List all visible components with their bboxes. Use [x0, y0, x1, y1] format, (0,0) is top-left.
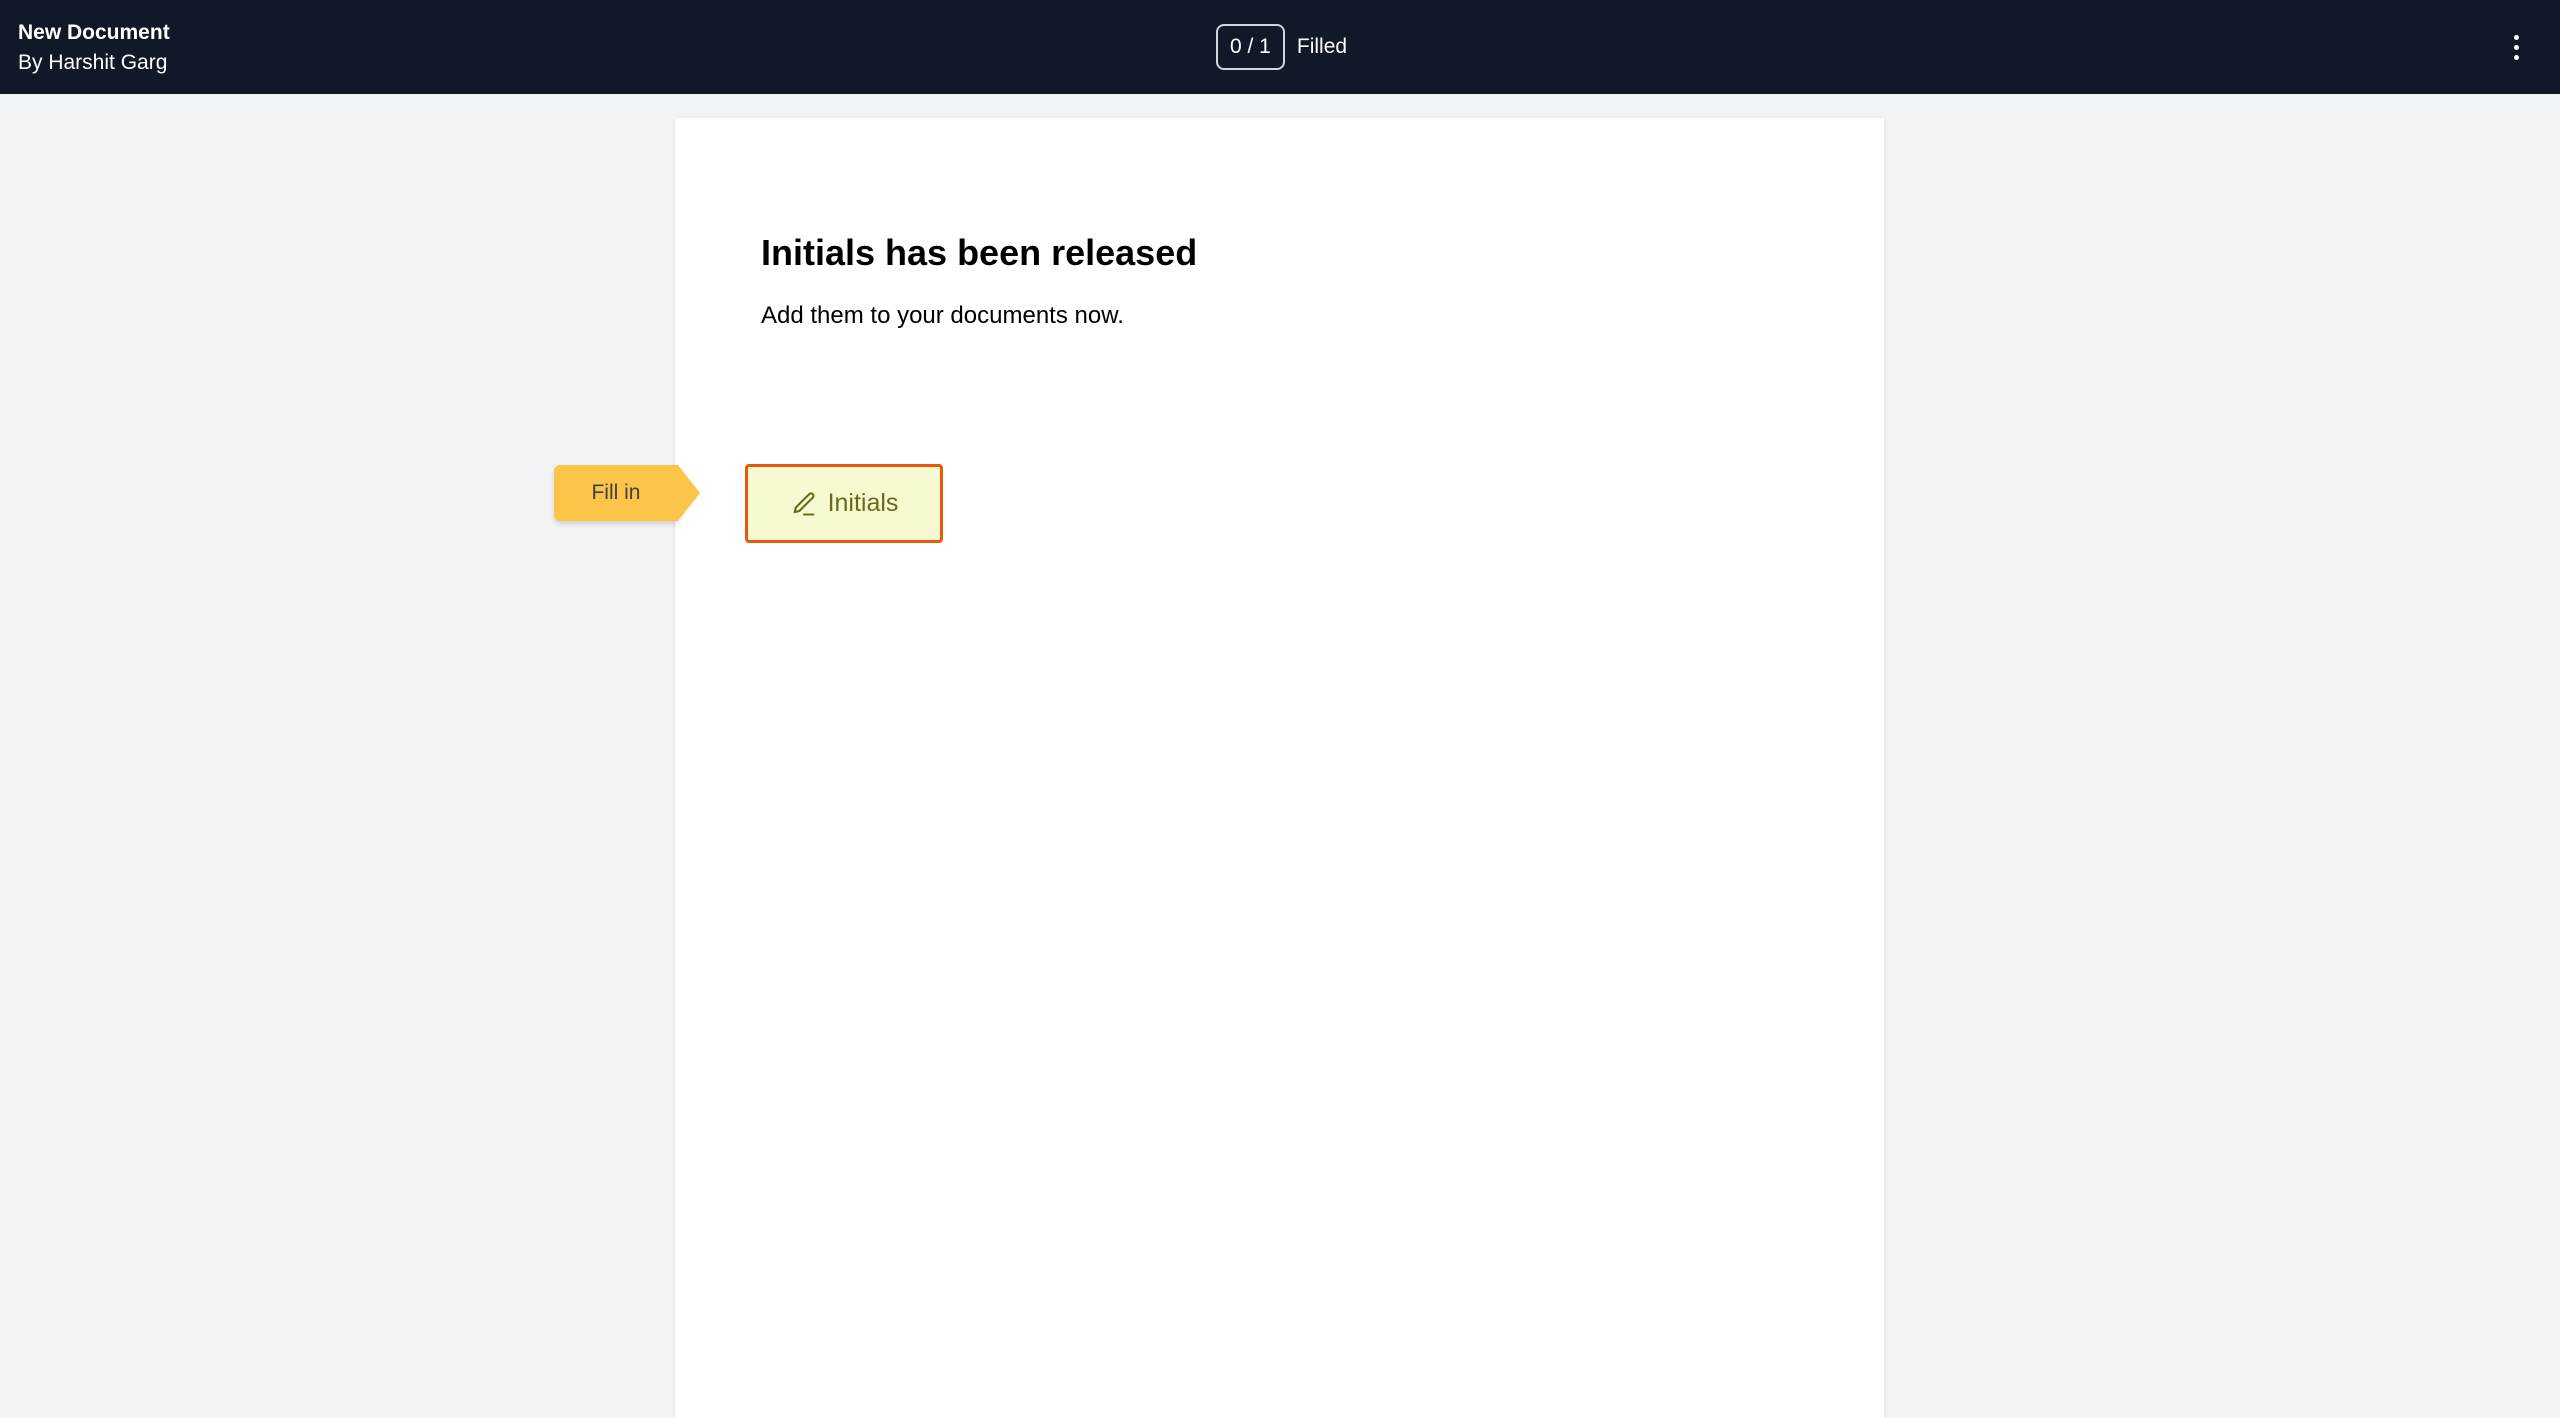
- document-title: New Document: [18, 21, 170, 44]
- initials-field[interactable]: Initials: [745, 464, 943, 543]
- pen-icon: [793, 491, 815, 516]
- document-page: Initials has been released Add them to y…: [675, 118, 1884, 1418]
- initials-field-label: Initials: [827, 489, 899, 517]
- progress-count-badge: 0 / 1: [1216, 24, 1285, 70]
- fill-in-label: Fill in: [591, 481, 641, 504]
- menu-dot: [2513, 44, 2519, 50]
- more-vertical-icon[interactable]: [2500, 27, 2532, 67]
- fill-in-tag[interactable]: Fill in: [554, 465, 700, 521]
- progress-label: Filled: [1296, 35, 1348, 58]
- document-meta: New Document By Harshit Garg: [18, 18, 170, 78]
- fill-progress: 0 / 1 Filled: [1216, 24, 1347, 70]
- menu-dot: [2513, 54, 2519, 60]
- document-heading: Initials has been released: [761, 232, 1198, 273]
- menu-dot: [2513, 34, 2519, 40]
- top-bar: New Document By Harshit Garg 0 / 1 Fille…: [0, 0, 2560, 94]
- document-body-text: Add them to your documents now.: [761, 302, 1124, 329]
- document-author: By Harshit Garg: [18, 51, 168, 74]
